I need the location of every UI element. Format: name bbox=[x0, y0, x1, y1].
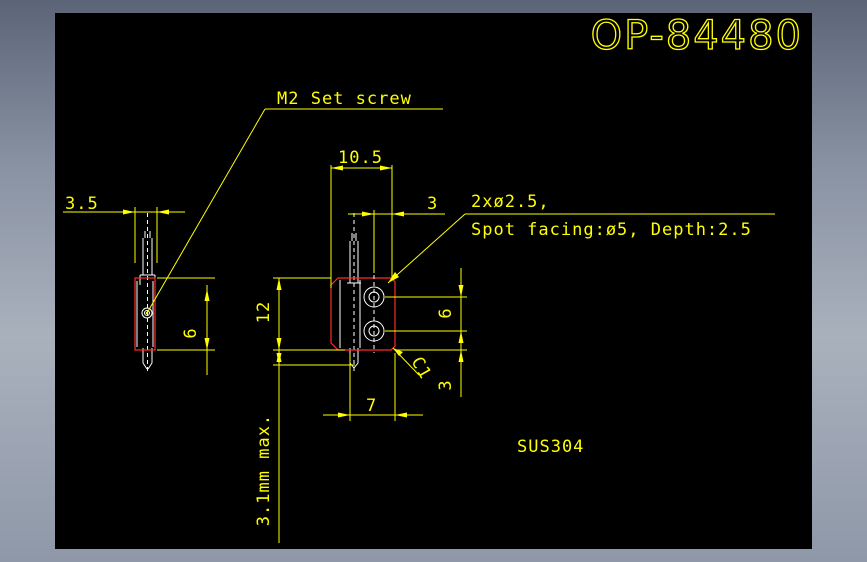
dim-pin-width-value: 3.5 bbox=[65, 194, 99, 214]
right-view bbox=[330, 213, 396, 373]
dim-clearance-value: 3.1mm max. bbox=[254, 414, 274, 526]
chamfer-callout: C1 bbox=[392, 347, 436, 383]
dim-pin-width: 3.5 bbox=[63, 194, 185, 263]
dim-block-width: 10.5 bbox=[330, 148, 393, 288]
drawing-title: OP-84480 bbox=[591, 13, 803, 59]
dim-hole-offset-bottom-value: 3 bbox=[436, 379, 456, 390]
dim-left-height-value: 6 bbox=[181, 327, 201, 338]
dim-hole-offset-bottom: 3 bbox=[436, 350, 464, 391]
hole-spec-line1: 2xø2.5, bbox=[471, 192, 550, 212]
cad-drawing: OP-84480 3.5 6 M2 Set screw 10.5 3 12 3.… bbox=[63, 13, 803, 543]
material-label: SUS304 bbox=[517, 437, 584, 457]
dim-hole-offset-top-value: 3 bbox=[427, 194, 438, 214]
dim-hole-offset-top: 3 bbox=[348, 194, 445, 273]
chamfer-value: C1 bbox=[407, 354, 436, 383]
drawing-canvas: OP-84480 3.5 6 M2 Set screw 10.5 3 12 3.… bbox=[55, 13, 812, 549]
dim-bottom-width-value: 7 bbox=[366, 396, 377, 416]
dim-clearance: 3.1mm max. bbox=[254, 350, 355, 543]
set-screw-callout: M2 Set screw bbox=[146, 89, 443, 314]
left-view bbox=[134, 213, 156, 373]
dim-block-width-value: 10.5 bbox=[338, 148, 383, 168]
hole-spec-callout: 2xø2.5, Spot facing:ø5, Depth:2.5 bbox=[387, 192, 775, 284]
dim-left-height: 6 bbox=[157, 277, 215, 375]
set-screw-label: M2 Set screw bbox=[277, 89, 412, 109]
right-block-outline bbox=[330, 277, 396, 351]
hole-spec-line2: Spot facing:ø5, Depth:2.5 bbox=[471, 220, 752, 240]
dim-block-height-value: 12 bbox=[254, 301, 274, 323]
dim-hole-pitch-value: 6 bbox=[436, 307, 456, 318]
